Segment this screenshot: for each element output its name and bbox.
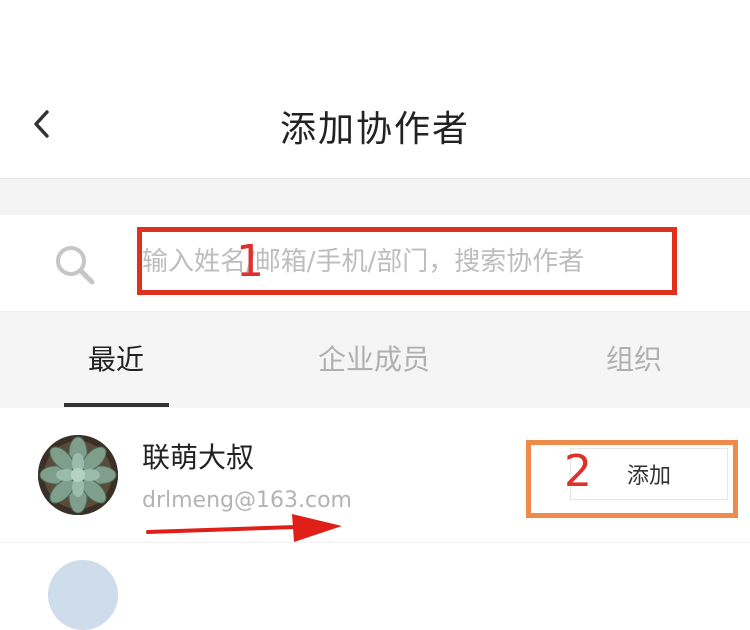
tab-recent[interactable]: 最近: [88, 330, 144, 390]
tab-enterprise-members[interactable]: 企业成员: [318, 330, 430, 390]
page-title: 添加协作者: [279, 109, 470, 150]
tab-organization[interactable]: 组织: [606, 330, 662, 390]
succulent-avatar-image: [38, 435, 118, 515]
search-icon: [56, 246, 95, 285]
search-input[interactable]: [138, 228, 678, 296]
active-tab-indicator: [64, 403, 169, 407]
avatar: [48, 560, 118, 630]
avatar: [38, 435, 118, 515]
contact-name: 联萌大叔: [142, 441, 255, 474]
contact-email: drlmeng@163.com: [142, 488, 352, 513]
add-button[interactable]: 添加: [570, 448, 728, 500]
header-bar: 添加协作者: [0, 0, 750, 179]
annotation-arrow: [146, 514, 342, 542]
section-divider: [0, 179, 750, 215]
